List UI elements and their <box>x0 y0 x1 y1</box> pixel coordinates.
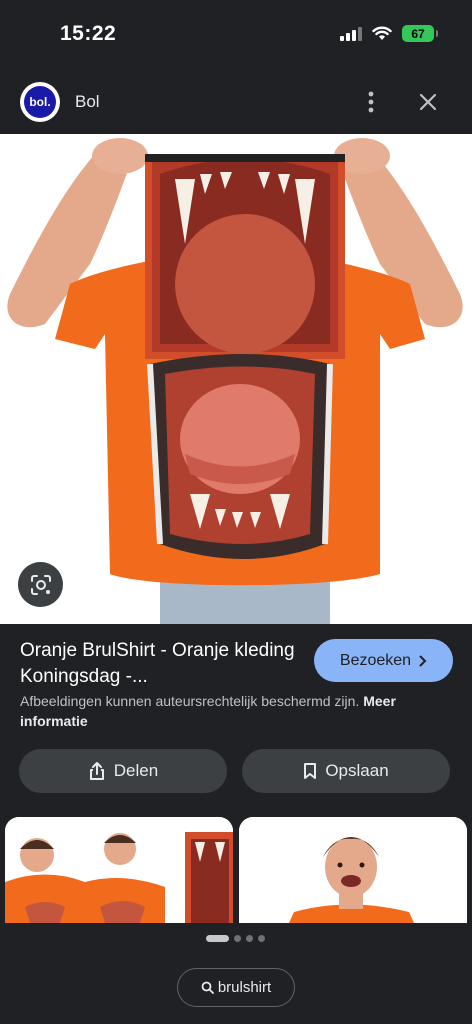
result-header: bol. Bol <box>0 70 472 134</box>
more-options-button[interactable] <box>360 88 382 116</box>
more-vert-icon <box>368 91 374 113</box>
copyright-text: Afbeeldingen kunnen auteursrechtelijk be… <box>20 693 360 709</box>
status-time: 15:22 <box>60 22 117 45</box>
visit-button-label: Bezoeken <box>339 651 412 669</box>
copyright-notice: Afbeeldingen kunnen auteursrechtelijk be… <box>20 691 440 731</box>
status-bar: 15:22 67 <box>0 0 472 70</box>
lens-button[interactable] <box>18 562 63 607</box>
preview-image[interactable] <box>0 134 472 624</box>
page-dot <box>234 935 241 942</box>
result-title[interactable]: Oranje BrulShirt - Oranje kleding Koning… <box>20 638 300 690</box>
related-image-1-illustration <box>5 817 233 923</box>
search-icon <box>201 981 214 994</box>
page-dot-active <box>206 935 229 942</box>
chevron-right-icon <box>419 655 427 666</box>
related-image-1[interactable] <box>5 817 233 923</box>
site-logo-text: bol. <box>24 86 56 118</box>
site-logo[interactable]: bol. <box>20 82 60 122</box>
page-dot <box>246 935 253 942</box>
related-image-2[interactable] <box>239 817 467 923</box>
share-icon <box>89 762 104 780</box>
save-button-label: Opslaan <box>325 761 389 780</box>
bookmark-icon <box>304 763 317 779</box>
visit-button[interactable]: Bezoeken <box>314 639 453 682</box>
close-button[interactable] <box>414 88 442 116</box>
lens-icon <box>30 574 51 595</box>
site-name[interactable]: Bol <box>75 92 100 112</box>
pagination-dots <box>206 935 265 942</box>
share-button-label: Delen <box>113 761 159 780</box>
save-button[interactable]: Opslaan <box>242 749 450 793</box>
status-icons: 67 <box>340 25 438 42</box>
lion-shirt-illustration <box>0 134 472 624</box>
close-icon <box>419 93 437 111</box>
signal-icon <box>340 26 362 41</box>
page-dot <box>258 935 265 942</box>
share-button[interactable]: Delen <box>19 749 227 793</box>
battery-icon: 67 <box>402 25 438 42</box>
related-image-2-illustration <box>239 817 467 923</box>
wifi-icon <box>372 26 392 40</box>
search-query-chip[interactable]: brulshirt <box>177 968 295 1007</box>
battery-level: 67 <box>411 26 425 41</box>
search-query-text: brulshirt <box>217 979 272 996</box>
